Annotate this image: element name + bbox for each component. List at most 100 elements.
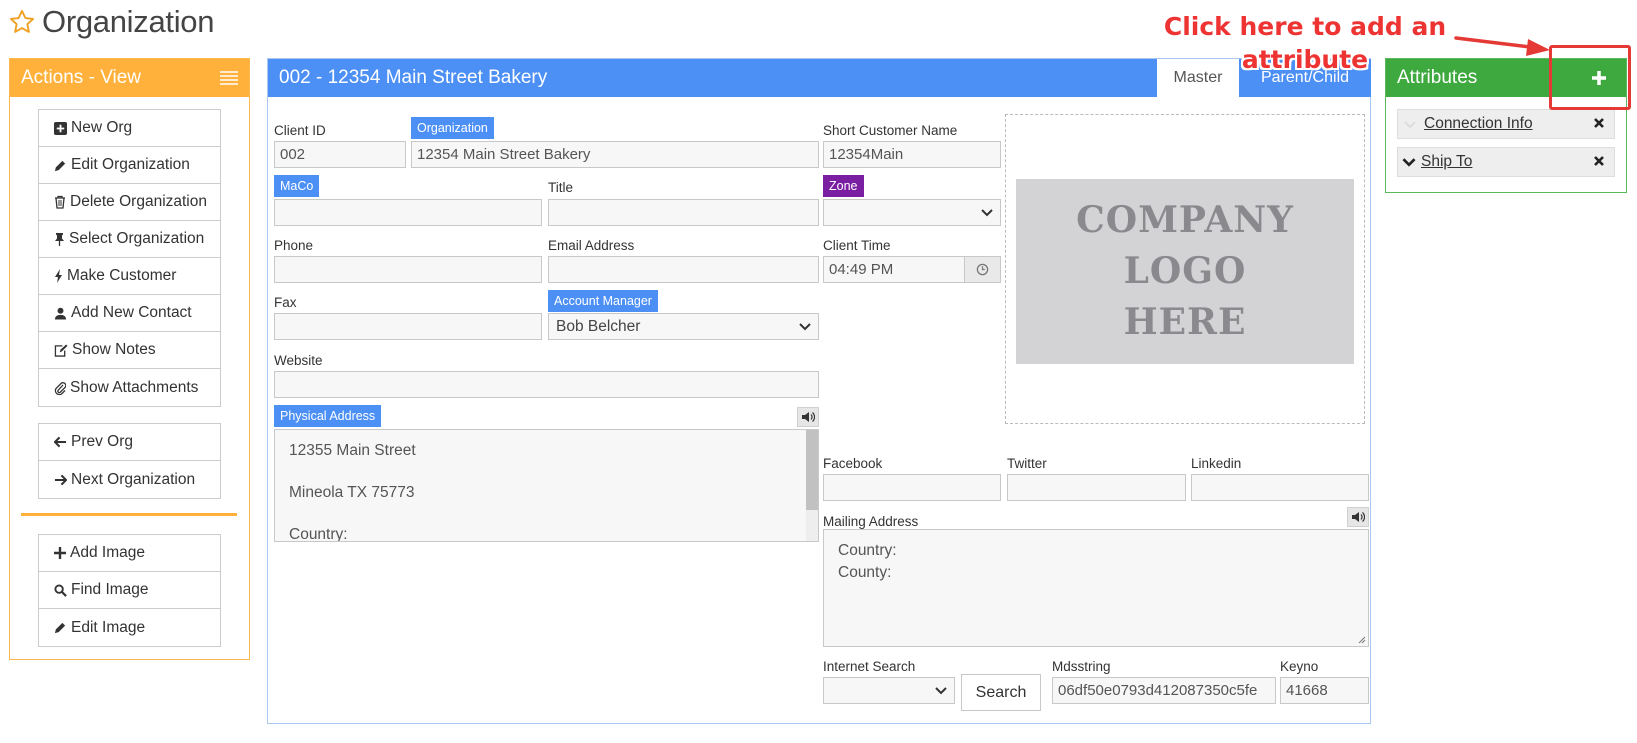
client-id-input[interactable]: 002 xyxy=(274,141,406,168)
physical-address-line2: Mineola TX 75773 xyxy=(289,484,415,501)
zone-label: Zone xyxy=(823,175,864,197)
annotation-highlight-box xyxy=(1549,45,1631,110)
favorite-star-icon[interactable] xyxy=(8,8,36,36)
chevron-down-icon[interactable] xyxy=(1402,157,1416,167)
edit-image-button[interactable]: Edit Image xyxy=(39,609,220,646)
fax-input[interactable] xyxy=(274,313,542,340)
add-new-contact-label: Add New Contact xyxy=(71,304,192,321)
physical-address-line1: 12355 Main Street xyxy=(289,442,416,459)
mailing-address-label: Mailing Address xyxy=(823,514,919,529)
prev-org-button[interactable]: Prev Org xyxy=(39,424,220,461)
edit-organization-label: Edit Organization xyxy=(71,156,190,173)
client-time-clock-button[interactable] xyxy=(965,256,1001,283)
scrollbar-thumb[interactable] xyxy=(806,430,818,510)
logo-text-line2: LOGO xyxy=(1123,250,1247,292)
account-manager-label: Account Manager xyxy=(548,290,658,312)
zone-select[interactable] xyxy=(823,199,1001,226)
search-button[interactable]: Search xyxy=(961,674,1041,711)
mdsstring-input[interactable]: 06df50e0793d412087350c5fe xyxy=(1052,677,1276,704)
trash-icon xyxy=(55,195,65,209)
delete-organization-label: Delete Organization xyxy=(70,193,207,210)
resize-grip-icon[interactable] xyxy=(1356,634,1366,644)
show-attachments-label: Show Attachments xyxy=(70,378,199,396)
attribute-label-connection-info[interactable]: Connection Info xyxy=(1424,115,1533,133)
organization-input[interactable]: 12354 Main Street Bakery xyxy=(411,141,819,168)
user-icon xyxy=(54,307,67,320)
next-organization-label: Next Organization xyxy=(71,470,196,488)
arrow-right-icon xyxy=(54,474,67,485)
edit-note-icon xyxy=(54,343,68,357)
clock-icon xyxy=(976,263,989,276)
attribute-row-connection-info[interactable]: Connection Info xyxy=(1397,109,1615,139)
facebook-input[interactable] xyxy=(823,474,1001,501)
delete-organization-button[interactable]: Delete Organization xyxy=(39,184,220,221)
mdsstring-label: Mdsstring xyxy=(1052,659,1111,674)
twitter-label: Twitter xyxy=(1007,456,1047,471)
website-input[interactable] xyxy=(274,371,819,398)
chevron-down-icon[interactable] xyxy=(1404,120,1416,129)
chevron-down-icon xyxy=(981,209,993,217)
actions-group-image: Add Image Find Image Edit Image xyxy=(38,534,221,647)
select-organization-button[interactable]: Select Organization xyxy=(39,221,220,258)
next-organization-button[interactable]: Next Organization xyxy=(39,461,220,498)
client-time-input[interactable]: 04:49 PM xyxy=(823,256,965,283)
search-icon xyxy=(54,583,67,597)
lightning-icon xyxy=(55,269,62,283)
page-title-text: Organization xyxy=(42,4,215,39)
find-image-button[interactable]: Find Image xyxy=(39,572,220,609)
show-notes-label: Show Notes xyxy=(72,341,156,358)
add-image-button[interactable]: Add Image xyxy=(39,535,220,572)
mailing-address-textarea[interactable]: Country: County: xyxy=(823,529,1369,647)
annotation-arrow-icon xyxy=(1454,36,1550,56)
physical-address-textarea[interactable]: 12355 Main Street Mineola TX 75773 Count… xyxy=(274,429,819,542)
linkedin-label: Linkedin xyxy=(1191,456,1242,471)
title-input[interactable] xyxy=(548,199,819,226)
organization-form-panel: 002 - 12354 Main Street Bakery Master Pa… xyxy=(267,58,1371,724)
close-icon[interactable] xyxy=(1593,117,1605,129)
maco-input[interactable] xyxy=(274,199,542,226)
new-org-button[interactable]: New Org xyxy=(39,110,220,147)
actions-title: Actions - View xyxy=(21,67,142,88)
keyno-label: Keyno xyxy=(1280,659,1319,674)
pencil-icon xyxy=(54,622,66,634)
add-new-contact-button[interactable]: Add New Contact xyxy=(39,295,220,332)
menu-icon[interactable] xyxy=(219,70,239,86)
client-id-label: Client ID xyxy=(274,123,326,138)
make-customer-button[interactable]: Make Customer xyxy=(39,258,220,295)
show-attachments-button[interactable]: Show Attachments xyxy=(39,369,220,406)
edit-organization-button[interactable]: Edit Organization xyxy=(39,147,220,184)
physical-address-speak-button[interactable] xyxy=(797,407,819,427)
new-org-label: New Org xyxy=(71,119,133,136)
linkedin-input[interactable] xyxy=(1191,474,1369,501)
find-image-label: Find Image xyxy=(71,581,149,598)
plus-icon xyxy=(54,547,66,559)
email-address-label: Email Address xyxy=(548,238,635,253)
phone-label: Phone xyxy=(274,238,314,253)
annotation-callout-text: Click here to add an attribute xyxy=(1163,12,1447,74)
twitter-input[interactable] xyxy=(1007,474,1186,501)
short-customer-name-input[interactable]: 12354Main xyxy=(823,141,1001,168)
show-notes-button[interactable]: Show Notes xyxy=(39,332,220,369)
title-label: Title xyxy=(548,180,574,195)
plus-square-icon xyxy=(54,121,67,135)
attribute-row-ship-to[interactable]: Ship To xyxy=(1397,147,1615,177)
physical-address-scrollbar[interactable] xyxy=(806,430,818,541)
mailing-address-speak-button[interactable] xyxy=(1347,507,1369,527)
prev-org-label: Prev Org xyxy=(71,433,134,450)
phone-input[interactable] xyxy=(274,256,542,283)
close-icon[interactable] xyxy=(1593,155,1605,167)
account-manager-select[interactable]: Bob Belcher xyxy=(548,313,819,340)
internet-search-select[interactable] xyxy=(823,677,955,704)
attribute-label-ship-to[interactable]: Ship To xyxy=(1421,153,1472,171)
volume-icon xyxy=(1352,512,1365,522)
volume-icon xyxy=(802,412,815,422)
keyno-input[interactable]: 41668 xyxy=(1280,677,1369,704)
actions-group-nav: Prev Org Next Organization xyxy=(38,423,221,499)
mailing-address-line1: Country: xyxy=(838,542,897,559)
chevron-down-icon xyxy=(935,687,947,695)
mailing-address-line2: County: xyxy=(838,564,892,581)
email-address-input[interactable] xyxy=(548,256,819,283)
add-image-label: Add Image xyxy=(70,544,145,561)
logo-text-line1: COMPANY xyxy=(1076,199,1294,241)
actions-panel: Actions - View New Org Edit Organization… xyxy=(9,58,250,660)
